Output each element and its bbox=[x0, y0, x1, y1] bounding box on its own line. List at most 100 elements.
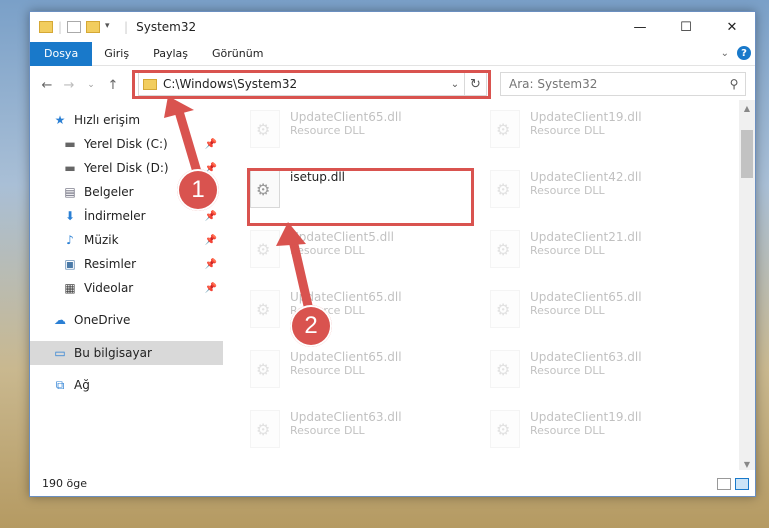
file-name: UpdateClient63.dll bbox=[530, 350, 642, 364]
help-icon[interactable]: ? bbox=[737, 46, 751, 60]
star-icon: ★ bbox=[54, 113, 66, 127]
recent-locations-button[interactable]: ⌄ bbox=[80, 80, 102, 90]
file-item[interactable]: UpdateClient65.dllResource DLL bbox=[250, 350, 475, 400]
file-item[interactable]: UpdateClient19.dllResource DLL bbox=[490, 410, 715, 460]
navigation-pane: ★ Hızlı erişim ▬ Yerel Disk (C:) 📌 ▬ Yer… bbox=[30, 106, 223, 466]
file-type: Resource DLL bbox=[290, 364, 365, 377]
maximize-button[interactable]: ☐ bbox=[663, 12, 709, 42]
tab-view[interactable]: Görünüm bbox=[200, 42, 275, 66]
sidebar-item-quick-access[interactable]: ★ Hızlı erişim bbox=[30, 108, 223, 132]
file-highlight bbox=[247, 168, 474, 226]
sidebar-item-onedrive[interactable]: ☁ OneDrive bbox=[30, 308, 223, 332]
sidebar-item-videos[interactable]: ▦ Videolar 📌 bbox=[30, 276, 223, 300]
properties-icon[interactable] bbox=[67, 21, 82, 33]
file-name: UpdateClient5.dll bbox=[290, 230, 394, 244]
customize-toolbar-icon[interactable]: ▾ bbox=[105, 21, 119, 33]
sidebar-item-label: OneDrive bbox=[74, 313, 131, 327]
window-title: System32 bbox=[136, 20, 197, 34]
drive-icon: ▬ bbox=[64, 137, 76, 151]
expand-ribbon-icon[interactable]: ⌄ bbox=[721, 48, 729, 59]
video-icon: ▦ bbox=[64, 281, 76, 295]
file-item[interactable]: UpdateClient63.dllResource DLL bbox=[250, 410, 475, 460]
sidebar-item-label: Ağ bbox=[74, 378, 90, 392]
sidebar-item-music[interactable]: ♪ Müzik 📌 bbox=[30, 228, 223, 252]
sidebar-item-label: Yerel Disk (C:) bbox=[84, 137, 168, 151]
file-name: UpdateClient21.dll bbox=[530, 230, 642, 244]
file-item[interactable]: UpdateClient65.dllResource DLL bbox=[250, 290, 475, 340]
file-name: UpdateClient65.dll bbox=[290, 350, 402, 364]
file-item[interactable]: UpdateClient5.dllResource DLL bbox=[250, 230, 475, 280]
dll-file-icon bbox=[490, 230, 520, 268]
file-item[interactable]: UpdateClient65.dllResource DLL bbox=[490, 290, 715, 340]
file-item[interactable]: UpdateClient21.dllResource DLL bbox=[490, 230, 715, 280]
close-button[interactable]: ✕ bbox=[709, 12, 755, 42]
file-name: UpdateClient19.dll bbox=[530, 110, 642, 124]
item-count: 190 öge bbox=[42, 476, 87, 490]
sidebar-item-pictures[interactable]: ▣ Resimler 📌 bbox=[30, 252, 223, 276]
tab-file[interactable]: Dosya bbox=[30, 41, 93, 66]
folder-icon bbox=[39, 21, 53, 33]
search-icon[interactable]: ⚲ bbox=[723, 77, 745, 91]
file-type: Resource DLL bbox=[530, 364, 605, 377]
pin-icon[interactable]: 📌 bbox=[205, 259, 217, 270]
back-button[interactable]: ← bbox=[36, 78, 58, 93]
sidebar-item-drive-c[interactable]: ▬ Yerel Disk (C:) 📌 bbox=[30, 132, 223, 156]
dll-file-icon bbox=[490, 350, 520, 388]
explorer-window: | ▾ | System32 — ☐ ✕ Dosya Giriş Paylaş … bbox=[29, 11, 756, 497]
dll-file-icon bbox=[250, 230, 280, 268]
search-input[interactable] bbox=[509, 77, 723, 91]
large-icons-view-icon[interactable] bbox=[735, 478, 749, 490]
search-box[interactable]: ⚲ bbox=[500, 72, 746, 96]
file-type: Resource DLL bbox=[290, 244, 365, 257]
file-type: Resource DLL bbox=[530, 304, 605, 317]
download-icon: ⬇ bbox=[64, 209, 76, 223]
file-type: Resource DLL bbox=[530, 424, 605, 437]
tab-share[interactable]: Paylaş bbox=[141, 42, 200, 66]
sidebar-item-label: Hızlı erişim bbox=[74, 113, 141, 127]
file-type: Resource DLL bbox=[530, 184, 605, 197]
file-name: UpdateClient65.dll bbox=[290, 290, 402, 304]
pin-icon[interactable]: 📌 bbox=[205, 283, 217, 294]
quick-access-toolbar: | ▾ | bbox=[39, 20, 128, 34]
file-type: Resource DLL bbox=[530, 124, 605, 137]
pin-icon[interactable]: 📌 bbox=[205, 139, 217, 150]
file-list: UpdateClient65.dllResource DLL isetup.dl… bbox=[240, 106, 740, 466]
dll-file-icon bbox=[490, 110, 520, 148]
sidebar-item-this-pc[interactable]: ▭ Bu bilgisayar bbox=[30, 341, 223, 365]
sidebar-item-label: Videolar bbox=[84, 281, 134, 295]
dll-file-icon bbox=[250, 110, 280, 148]
computer-icon: ▭ bbox=[54, 346, 66, 360]
file-name: UpdateClient65.dll bbox=[290, 110, 402, 124]
ribbon-right: ⌄ ? bbox=[721, 46, 751, 60]
file-name: UpdateClient63.dll bbox=[290, 410, 402, 424]
dll-file-icon bbox=[250, 290, 280, 328]
file-name: UpdateClient65.dll bbox=[530, 290, 642, 304]
pin-icon[interactable]: 📌 bbox=[205, 235, 217, 246]
minimize-button[interactable]: — bbox=[617, 12, 663, 42]
sidebar-item-label: Müzik bbox=[84, 233, 119, 247]
vertical-scrollbar[interactable]: ▲ ▼ bbox=[739, 100, 755, 472]
picture-icon: ▣ bbox=[64, 257, 76, 271]
file-item[interactable]: UpdateClient19.dllResource DLL bbox=[490, 110, 715, 160]
view-switcher bbox=[717, 478, 749, 490]
forward-button[interactable]: → bbox=[58, 78, 80, 93]
file-name: UpdateClient19.dll bbox=[530, 410, 642, 424]
tab-home[interactable]: Giriş bbox=[92, 42, 141, 66]
sidebar-item-label: Resimler bbox=[84, 257, 137, 271]
status-bar: 190 öge bbox=[30, 470, 755, 496]
cloud-icon: ☁ bbox=[54, 313, 66, 327]
sidebar-item-label: Belgeler bbox=[84, 185, 134, 199]
file-item[interactable]: UpdateClient65.dllResource DLL bbox=[250, 110, 475, 160]
scroll-thumb[interactable] bbox=[741, 130, 753, 178]
pin-icon[interactable]: 📌 bbox=[205, 211, 217, 222]
sidebar-item-network[interactable]: ⧉ Ağ bbox=[30, 373, 223, 397]
file-item[interactable]: UpdateClient42.dllResource DLL bbox=[490, 170, 715, 220]
sidebar-item-label: Bu bilgisayar bbox=[74, 346, 152, 360]
file-item[interactable]: UpdateClient63.dllResource DLL bbox=[490, 350, 715, 400]
details-view-icon[interactable] bbox=[717, 478, 731, 490]
new-folder-icon[interactable] bbox=[86, 21, 101, 33]
file-name: UpdateClient42.dll bbox=[530, 170, 642, 184]
scroll-up-icon[interactable]: ▲ bbox=[739, 100, 755, 116]
file-type: Resource DLL bbox=[530, 244, 605, 257]
up-button[interactable]: ↑ bbox=[102, 78, 124, 93]
